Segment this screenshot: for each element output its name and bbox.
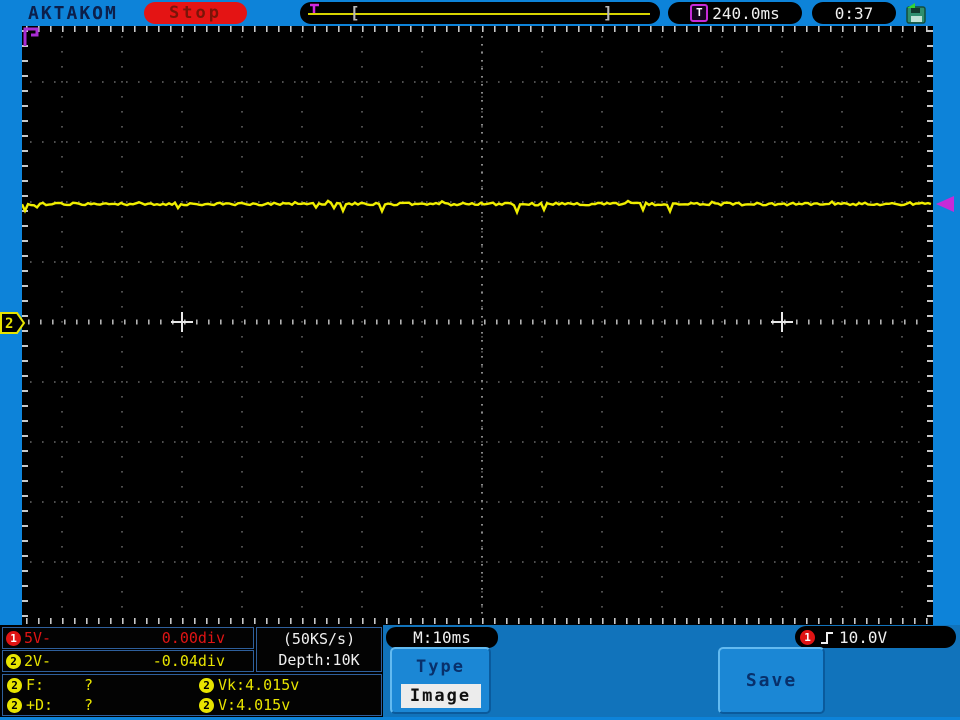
usb-storage-icon: [906, 3, 926, 24]
rising-edge-icon: [821, 631, 833, 644]
measurement-duty: 2 +D: ?: [7, 696, 199, 714]
channel1-badge: 1: [6, 630, 21, 646]
memory-depth: Depth:10K: [278, 650, 360, 669]
meas-value: 4.015v: [245, 676, 300, 694]
graticule: [22, 26, 933, 624]
meas-ch-badge: 2: [199, 697, 214, 713]
trigger-time-readout: T 240.0ms: [668, 2, 802, 24]
channel2-position-marker[interactable]: 2: [0, 312, 26, 334]
meas-ch-badge: 2: [7, 697, 22, 713]
clock-readout: 0:37: [812, 2, 896, 24]
top-status-bar: AKTAKOM Stop [ ] T 240.0ms 0:37: [0, 0, 960, 26]
meas-ch-badge: 2: [7, 677, 22, 693]
timebase-value: M:10ms: [413, 628, 471, 647]
channel2-offset: -0.04div: [152, 652, 225, 670]
clock-value: 0:37: [834, 3, 874, 23]
trigger-level-arrow[interactable]: [936, 196, 954, 212]
type-selected-value[interactable]: Image: [400, 684, 481, 708]
trigger-position-marker[interactable]: [308, 3, 322, 14]
meas-value: 4.015v: [236, 696, 291, 714]
save-button[interactable]: Save: [718, 647, 825, 714]
trigger-t-icon: T: [690, 4, 709, 22]
type-label: Type: [416, 657, 465, 677]
trigger-horizontal-corner-marker: [23, 27, 39, 46]
measurement-v: 2 V: 4.015v: [199, 696, 381, 714]
window-right-bracket[interactable]: ]: [603, 3, 613, 22]
meas-label: +D:: [26, 696, 54, 714]
run-state-label: Stop: [169, 3, 222, 23]
run-state-badge: Stop: [144, 2, 247, 24]
save-label: Save: [745, 670, 798, 691]
meas-label: V:: [218, 696, 237, 714]
channel2-scale: 2V-: [24, 652, 52, 670]
record-position-indicator: [ ]: [300, 2, 660, 24]
channel1-readout: 1 5V- 0.00div: [2, 627, 254, 649]
trigger-source-badge: 1: [800, 629, 815, 645]
type-menu-button[interactable]: Type Image: [390, 647, 491, 714]
timebase-readout: M:10ms: [386, 627, 498, 648]
measurement-frequency: 2 F: ?: [7, 676, 199, 694]
brand-logo: AKTAKOM: [28, 3, 118, 24]
trigger-level-value: 10.0V: [839, 627, 888, 647]
sample-rate: (50KS/s): [282, 629, 356, 648]
meas-label: Vk:: [218, 676, 246, 694]
channel2-trace: [22, 199, 932, 216]
channel2-badge: 2: [6, 653, 21, 669]
window-left-bracket[interactable]: [: [350, 3, 360, 22]
channel1-scale: 5V-: [24, 629, 52, 647]
trigger-level-readout: 1 10.0V: [795, 626, 956, 648]
measurements-box: 2 F: ? 2 Vk: 4.015v 2 +D: ? 2 V: 4.015v: [2, 674, 382, 716]
meas-ch-badge: 2: [199, 677, 214, 693]
svg-text:2: 2: [5, 316, 13, 332]
meas-label: F:: [26, 676, 45, 694]
waveform-display: [22, 26, 933, 625]
meas-value: ?: [84, 696, 94, 714]
meas-value: ?: [84, 676, 94, 694]
channel1-offset: 0.00div: [161, 629, 225, 647]
trigger-time-value: 240.0ms: [712, 3, 780, 23]
acquisition-readout: (50KS/s) Depth:10K: [256, 627, 382, 672]
right-bezel: [933, 26, 960, 625]
measurement-vk: 2 Vk: 4.015v: [199, 676, 381, 694]
channel2-readout: 2 2V- -0.04div: [2, 650, 254, 672]
